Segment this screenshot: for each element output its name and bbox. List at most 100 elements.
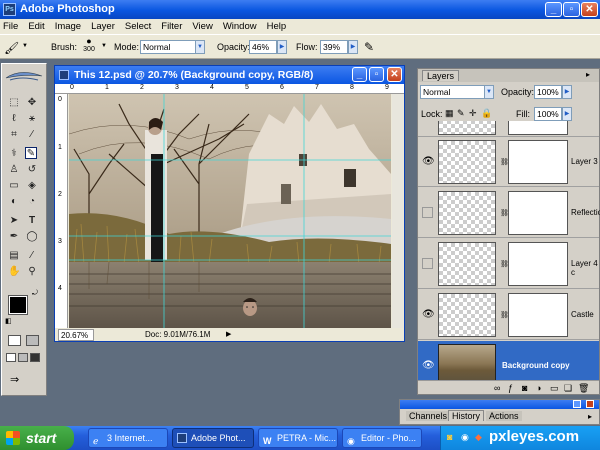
visibility-eye-icon[interactable]: 👁 [422, 156, 435, 168]
layers-tab[interactable]: Layers [422, 70, 460, 81]
vertical-scrollbar[interactable] [392, 94, 403, 328]
fill-slider-icon[interactable]: ▶ [562, 107, 572, 121]
actions-tab[interactable]: Actions [486, 411, 522, 421]
mode-select[interactable]: Normal [140, 40, 196, 54]
standard-mode-icon[interactable] [8, 335, 21, 346]
doc-minimize-button[interactable]: _ [352, 67, 367, 82]
screen-mode-standard-icon[interactable] [6, 353, 16, 362]
doc-maximize-button[interactable]: ▫ [369, 67, 384, 82]
mode-dropdown-icon[interactable]: ▼ [195, 40, 205, 54]
layer-name[interactable]: Castle [571, 310, 594, 319]
slice-tool-icon[interactable]: ∕ [26, 129, 38, 141]
tray-icon[interactable]: ◉ [461, 432, 469, 443]
photoshop-feather-logo[interactable] [4, 66, 44, 86]
menu-edit[interactable]: Edit [28, 19, 44, 34]
link-layers-icon[interactable]: ∞ [494, 381, 500, 395]
quick-mask-mode-icon[interactable] [26, 335, 39, 346]
layer-name[interactable]: Layer 3 [571, 157, 598, 166]
tool-preset-chevron-icon[interactable]: ▼ [22, 43, 28, 49]
zoom-tool-icon[interactable]: ⚲ [26, 266, 38, 278]
clone-stamp-tool-icon[interactable]: ♙ [8, 164, 20, 176]
default-colors-icon[interactable]: ◧ [5, 317, 12, 325]
task-internet-explorer[interactable]: ℯ 3 Internet... [88, 428, 168, 448]
menu-image[interactable]: Image [55, 19, 81, 34]
flow-slider-icon[interactable]: ▶ [348, 40, 358, 54]
move-tool-icon[interactable]: ✥ [26, 97, 38, 109]
layer-style-icon[interactable]: ƒ [508, 381, 513, 395]
lock-pixels-icon[interactable]: ✎ [457, 108, 465, 119]
layer-name[interactable]: Reflectio [571, 208, 600, 217]
doc-close-button[interactable]: ✕ [387, 67, 402, 82]
task-petra-word[interactable]: W PETRA - Mic... [258, 428, 338, 448]
blend-mode-dropdown-icon[interactable]: ▼ [484, 85, 494, 99]
brush-tool-active-icon[interactable]: ✎ [25, 147, 37, 159]
minimize-button[interactable]: _ [545, 2, 562, 17]
healing-brush-tool-icon[interactable]: ⚕ [8, 148, 20, 160]
jump-to-imageready-icon[interactable]: ⇒ [10, 373, 19, 386]
tray-icon[interactable]: ◆ [475, 432, 482, 443]
screen-mode-menubar-icon[interactable] [18, 353, 28, 362]
flow-field[interactable]: 39% [320, 40, 348, 54]
layer-row-reflection[interactable]: ⛓ Reflectio [418, 188, 600, 238]
paint-bucket-tool-icon[interactable]: ◈ [26, 180, 38, 192]
status-menu-chevron-icon[interactable]: ▶ [226, 329, 231, 341]
panel-restore-button[interactable] [573, 400, 581, 408]
new-group-icon[interactable]: ▭ [550, 381, 559, 395]
swap-colors-icon[interactable]: ⤾ [32, 290, 38, 298]
panel-close-button[interactable] [586, 400, 594, 408]
pen-tool-icon[interactable]: ✒ [8, 231, 20, 243]
new-layer-icon[interactable]: ❏ [564, 381, 572, 395]
layer-opacity-slider-icon[interactable]: ▶ [562, 85, 572, 99]
blur-tool-icon[interactable]: ◐ [8, 196, 20, 208]
layer-row-partial[interactable] [418, 121, 599, 137]
type-tool-icon[interactable]: T [26, 215, 38, 227]
brush-picker-chevron-icon[interactable]: ▼ [101, 43, 107, 49]
tray-icon[interactable]: ◙ [447, 432, 452, 442]
lock-all-icon[interactable]: 🔒 [481, 108, 492, 119]
channels-tab[interactable]: Channels [406, 411, 451, 421]
menu-layer[interactable]: Layer [91, 19, 115, 34]
layer-row-layer-4-copy[interactable]: ⛓ Layer 4 c [418, 239, 599, 289]
shape-tool-icon[interactable]: ◯ [26, 231, 38, 243]
foreground-color-swatch[interactable] [8, 295, 28, 315]
eraser-tool-icon[interactable]: ▭ [8, 180, 20, 192]
history-brush-tool-icon[interactable]: ↺ [26, 164, 38, 176]
fill-field[interactable]: 100% [534, 107, 562, 121]
history-tab[interactable]: History [448, 410, 485, 421]
image-canvas[interactable] [69, 94, 391, 328]
eyedropper-tool-icon[interactable]: ⁄ [26, 250, 38, 262]
lock-position-icon[interactable]: ✛ [469, 108, 477, 119]
brush-preview[interactable]: ● 300 [80, 36, 98, 53]
menu-select[interactable]: Select [125, 19, 151, 34]
opacity-slider-icon[interactable]: ▶ [277, 40, 287, 54]
visibility-eye-icon[interactable]: 👁 [422, 360, 435, 372]
menu-filter[interactable]: Filter [161, 19, 182, 34]
menu-window[interactable]: Window [223, 19, 257, 34]
menu-help[interactable]: Help [267, 19, 287, 34]
close-button[interactable]: ✕ [581, 2, 598, 17]
dodge-tool-icon[interactable]: ◔ [26, 196, 38, 208]
menu-view[interactable]: View [192, 19, 212, 34]
crop-tool-icon[interactable]: ⌗ [8, 129, 20, 141]
marquee-tool-icon[interactable]: ⬚ [8, 97, 20, 109]
zoom-level[interactable]: 20.67% [58, 329, 94, 341]
layer-row-layer-3[interactable]: 👁 ⛓ Layer 3 [418, 137, 599, 187]
visibility-hidden-box[interactable] [422, 207, 433, 218]
path-selection-tool-icon[interactable]: ➤ [8, 215, 20, 227]
visibility-hidden-box[interactable] [422, 258, 433, 269]
add-mask-icon[interactable]: ◙ [522, 381, 527, 395]
layer-name[interactable]: Background copy [502, 361, 570, 370]
layer-row-castle[interactable]: 👁 ⛓ Castle [418, 290, 599, 340]
task-adobe-photoshop[interactable]: Adobe Phot... [172, 428, 254, 448]
screen-mode-full-icon[interactable] [30, 353, 40, 362]
layer-name[interactable]: Layer 4 c [571, 259, 599, 277]
panel-menu-icon[interactable]: ▸ [588, 412, 592, 421]
magic-wand-tool-icon[interactable]: ⚹ [26, 113, 38, 125]
task-editor[interactable]: ◉ Editor - Pho... [342, 428, 422, 448]
visibility-eye-icon[interactable]: 👁 [422, 309, 435, 321]
brush-tool-icon[interactable]: 🖌 [4, 41, 19, 55]
delete-layer-icon[interactable]: 🗑 [578, 381, 589, 395]
panel-menu-icon[interactable]: ▸ [586, 70, 590, 79]
opacity-field[interactable]: 46% [249, 40, 277, 54]
notes-tool-icon[interactable]: ▤ [8, 250, 20, 262]
